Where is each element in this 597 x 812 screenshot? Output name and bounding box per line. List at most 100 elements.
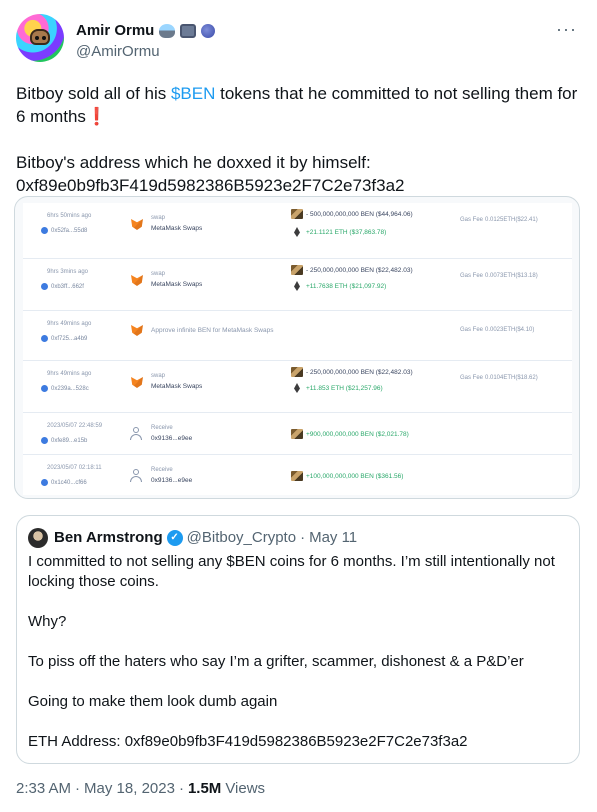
- tx-token-in: +100,000,000,000 BEN ($361.56): [291, 471, 403, 481]
- transaction-row: 9hrs 49mins ago 0xf725...a4b9 Approve in…: [23, 311, 572, 361]
- tx-target: MetaMask Swaps: [151, 281, 203, 288]
- tx-status-icon: [41, 335, 48, 342]
- gas-fee-value: 0.0125ETH($22.41): [485, 217, 538, 223]
- quoted-tweet-date[interactable]: May 11: [309, 529, 357, 546]
- gas-fee-value: 0.0104ETH($18.62): [485, 375, 538, 381]
- tx-hash-text: 0xfe89...e15b: [51, 437, 88, 444]
- tx-status-icon: [41, 283, 48, 290]
- gas-fee-label: Gas Fee: [460, 375, 484, 381]
- tx-hash-text: 0x52fa...55d8: [51, 227, 88, 234]
- verified-badge-icon: ✓: [166, 529, 183, 546]
- cashtag-link[interactable]: $BEN: [171, 84, 215, 103]
- tx-status-icon: [41, 227, 48, 234]
- quoted-tweet-text: I committed to not selling any $BEN coin…: [28, 552, 568, 752]
- tx-time: 9hrs 49mins ago: [47, 371, 92, 377]
- tx-hash-text: 0x239a...528c: [51, 385, 89, 392]
- avatar-eye: [42, 36, 46, 40]
- tx-status-icon: [41, 479, 48, 486]
- transaction-row: 2023/05/07 22:48:59 0xfe89...e15b Receiv…: [23, 413, 572, 455]
- transaction-row: 9hrs 3mins ago 0xb3ff...662f swap MetaMa…: [23, 259, 572, 311]
- quoted-author-row: Ben Armstrong ✓ @Bitboy_Crypto · May 11: [54, 529, 357, 546]
- quoted-paragraph: To piss off the haters who say I’m a gri…: [28, 653, 524, 670]
- tx-token-out-text: - 500,000,000,000 BEN ($44,964.06): [306, 210, 413, 218]
- gas-fee-label: Gas Fee: [460, 217, 484, 223]
- transaction-row: 6hrs 50mins ago 0x52fa...55d8 swap MetaM…: [23, 203, 572, 259]
- tx-token-in-text: +100,000,000,000 BEN ($361.56): [306, 472, 404, 480]
- separator-dot: ·: [75, 780, 81, 797]
- tweet-date[interactable]: May 18, 2023: [84, 780, 175, 797]
- metamask-fox-icon: [131, 325, 143, 336]
- tweet-paragraph-1: Bitboy sold all of his $BEN tokens that …: [16, 82, 581, 128]
- transaction-row: 9hrs 49mins ago 0x239a...528c swap MetaM…: [23, 361, 572, 413]
- tx-token-out: - 250,000,000,000 BEN ($22,482.03): [291, 367, 413, 377]
- quoted-paragraph: I committed to not selling any $BEN coin…: [28, 553, 555, 590]
- tx-token-in-text: +11.7638 ETH ($21,097.92): [306, 282, 387, 290]
- views-count[interactable]: 1.5M: [188, 780, 221, 797]
- gas-fee-value: 0.0023ETH($4.10): [485, 327, 535, 333]
- quoted-paragraph: Why?: [28, 613, 67, 630]
- receive-user-icon: [129, 469, 143, 483]
- tx-hash-text: 0xf725...a4b9: [51, 335, 88, 342]
- quoted-author-handle[interactable]: @Bitboy_Crypto: [187, 529, 296, 546]
- tx-approve-text: Approve infinite BEN for MetaMask Swaps: [151, 327, 274, 334]
- tweet-time[interactable]: 2:33 AM: [16, 780, 71, 797]
- tx-token-in: +21.1121 ETH ($37,863.78): [291, 227, 386, 237]
- tweet-header: Amir Ormu @AmirOrmu ···: [16, 12, 581, 68]
- tx-hash-text: 0x1c40...cf66: [51, 479, 87, 486]
- author-handle[interactable]: @AmirOrmu: [76, 43, 160, 60]
- tx-time: 6hrs 50mins ago: [47, 213, 92, 219]
- tx-type: swap: [151, 271, 166, 277]
- tx-token-out: - 500,000,000,000 BEN ($44,964.06): [291, 209, 413, 219]
- avatar-eye: [35, 36, 39, 40]
- metamask-fox-icon: [131, 377, 143, 388]
- author-display-name[interactable]: Amir Ormu: [76, 22, 154, 39]
- floppy-disk-icon: [180, 23, 197, 38]
- tx-hash: 0xfe89...e15b: [41, 437, 87, 444]
- tweet-text: Bitboy sold all of his $BEN tokens that …: [16, 82, 581, 197]
- transaction-list: 6hrs 50mins ago 0x52fa...55d8 swap MetaM…: [23, 203, 572, 495]
- tx-target: MetaMask Swaps: [151, 225, 203, 232]
- author-name-row: Amir Ormu: [76, 22, 216, 39]
- tx-hash-text: 0xb3ff...662f: [51, 283, 84, 290]
- tx-hash: 0x1c40...cf66: [41, 479, 87, 486]
- tx-time: 2023/05/07 22:48:59: [47, 423, 103, 429]
- author-avatar[interactable]: [16, 14, 64, 62]
- tx-hash: 0xf725...a4b9: [41, 335, 87, 342]
- tx-type: Receive: [151, 467, 173, 473]
- quoted-paragraph: ETH Address: 0xf89e0b9fb3F419d5982386B59…: [28, 733, 468, 750]
- tx-token-out-text: - 250,000,000,000 BEN ($22,482.03): [306, 368, 413, 376]
- tx-token-in-text: +11.853 ETH ($21,257.96): [306, 384, 383, 392]
- flying-saucer-icon: [159, 23, 176, 38]
- tx-hash: 0xb3ff...662f: [41, 283, 84, 290]
- tweet-paragraph-2: Bitboy's address which he doxxed it by h…: [16, 153, 371, 172]
- ben-token-icon: [291, 209, 303, 219]
- tx-status-icon: [41, 385, 48, 392]
- separator-dot: ·: [178, 780, 184, 797]
- gas-fee-value: 0.0073ETH($13.18): [485, 273, 538, 279]
- ben-token-icon: [291, 367, 303, 377]
- quoted-author-avatar[interactable]: [28, 528, 48, 548]
- tx-time: 2023/05/07 02:18:11: [47, 465, 102, 471]
- ben-token-icon: [291, 429, 303, 439]
- tx-token-in: +11.853 ETH ($21,257.96): [291, 383, 383, 393]
- more-options-icon[interactable]: ···: [556, 20, 577, 38]
- tx-target: 0x9136...e9ee: [151, 477, 193, 484]
- receive-user-icon: [129, 427, 143, 441]
- tweet-media-image[interactable]: 6hrs 50mins ago 0x52fa...55d8 swap MetaM…: [14, 196, 580, 499]
- quoted-tweet[interactable]: Ben Armstrong ✓ @Bitboy_Crypto · May 11 …: [16, 515, 580, 764]
- quoted-author-name[interactable]: Ben Armstrong: [54, 529, 163, 546]
- tx-type: swap: [151, 373, 166, 379]
- tweet-text-segment: Bitboy sold all of his: [16, 84, 171, 103]
- tx-target: MetaMask Swaps: [151, 383, 203, 390]
- tx-token-in: +11.7638 ETH ($21,097.92): [291, 281, 386, 291]
- tx-token-in-text: +21.1121 ETH ($37,863.78): [306, 228, 387, 236]
- tx-token-out-text: - 250,000,000,000 BEN ($22,482.03): [306, 266, 413, 274]
- tx-hash: 0x239a...528c: [41, 385, 89, 392]
- exclamation-icon: ❗: [85, 107, 108, 126]
- tx-token-in: +900,000,000,000 BEN ($2,021.78): [291, 429, 409, 439]
- eth-token-icon: [291, 227, 303, 237]
- tx-time: 9hrs 49mins ago: [47, 321, 92, 327]
- tx-token-out: - 250,000,000,000 BEN ($22,482.03): [291, 265, 413, 275]
- tx-hash: 0x52fa...55d8: [41, 227, 87, 234]
- tweet-footer: 2:33 AM · May 18, 2023 · 1.5M Views: [16, 780, 265, 797]
